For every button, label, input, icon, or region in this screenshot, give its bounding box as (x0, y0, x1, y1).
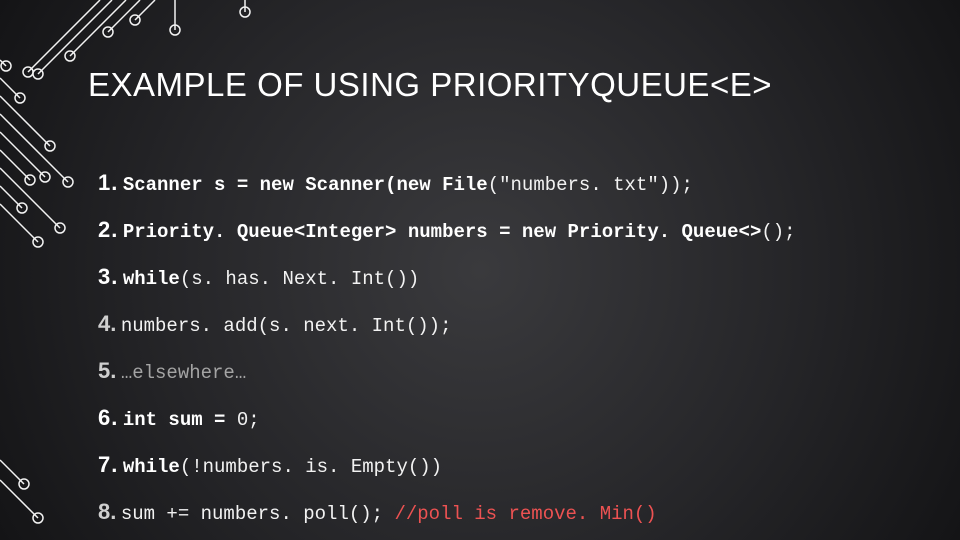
keyword-new: new (522, 221, 556, 243)
code-block: 1. Scanner s = new Scanner(new File("num… (98, 170, 898, 540)
code-text: (!numbers. is. Empty()) (180, 456, 442, 478)
keyword-int: int (123, 409, 157, 431)
keyword-new: new (396, 174, 430, 196)
code-line: 3. while(s. has. Next. Int()) (98, 264, 898, 290)
code-comment: //poll is remove. Min() (394, 503, 656, 525)
code-text: Scanner s = (123, 174, 260, 196)
keyword-while: while (123, 456, 180, 478)
code-text: numbers. add(s. next. Int()); (121, 315, 452, 337)
line-number: 6. (98, 405, 118, 430)
line-number: 1. (98, 170, 118, 195)
line-number: 4. (98, 311, 116, 336)
line-number: 7. (98, 452, 118, 477)
code-text: File (431, 174, 488, 196)
slide: EXAMPLE OF USING PRIORITYQUEUE<E> 1. Sca… (0, 0, 960, 540)
code-line: 4. numbers. add(s. next. Int()); (98, 311, 898, 337)
keyword-new: new (260, 174, 294, 196)
code-text: Scanner( (294, 174, 397, 196)
line-number: 8. (98, 499, 116, 524)
line-number: 3. (98, 264, 118, 289)
code-text: (); (761, 221, 795, 243)
keyword-while: while (123, 268, 180, 290)
code-line: 2. Priority. Queue<Integer> numbers = ne… (98, 217, 898, 243)
code-line: 1. Scanner s = new Scanner(new File("num… (98, 170, 898, 196)
code-text: (s. has. Next. Int()) (180, 268, 419, 290)
code-text: Priority. Queue<> (556, 221, 761, 243)
code-text: ("numbers. txt")); (488, 174, 693, 196)
code-line: 5. …elsewhere… (98, 358, 898, 384)
code-line: 8. sum += numbers. poll(); //poll is rem… (98, 499, 898, 525)
code-text: …elsewhere… (121, 362, 246, 384)
code-text: sum = (157, 409, 237, 431)
line-number: 2. (98, 217, 118, 242)
slide-title: EXAMPLE OF USING PRIORITYQUEUE<E> (88, 66, 772, 104)
code-text: sum += numbers. poll(); (121, 503, 395, 525)
code-text: 0; (237, 409, 260, 431)
code-line: 6. int sum = 0; (98, 405, 898, 431)
code-text: Priority. Queue<Integer> numbers = (123, 221, 522, 243)
code-line: 7. while(!numbers. is. Empty()) (98, 452, 898, 478)
line-number: 5. (98, 358, 116, 383)
